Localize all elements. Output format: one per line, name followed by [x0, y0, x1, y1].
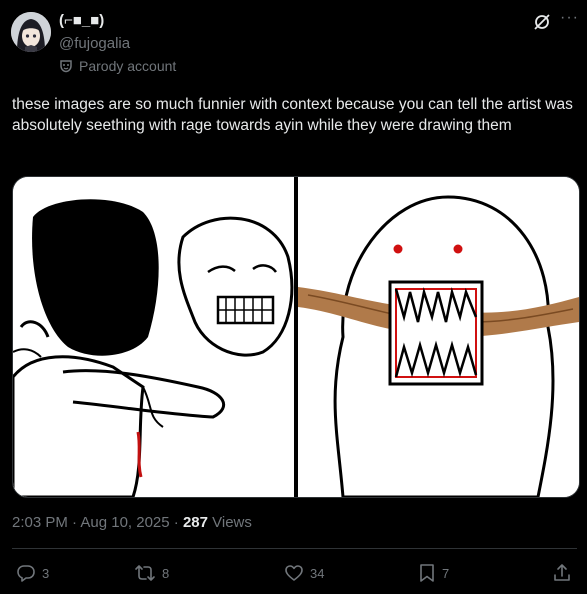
grok-icon[interactable]	[532, 12, 552, 32]
media-image-right[interactable]	[298, 177, 579, 497]
more-icon[interactable]: ···	[560, 9, 579, 27]
parody-mask-icon	[59, 59, 73, 73]
bookmark-count: 7	[442, 565, 450, 581]
bookmark-icon	[418, 563, 436, 583]
share-button[interactable]	[552, 563, 572, 583]
tweet-meta: 2:03 PM · Aug 10, 2025 · 287 Views	[12, 514, 252, 531]
parody-label: Parody account	[79, 58, 177, 74]
repost-button[interactable]: 8	[134, 563, 169, 583]
reply-icon	[16, 563, 36, 583]
views-count: 287	[182, 514, 208, 531]
media-image-left[interactable]	[13, 177, 294, 497]
views-label: Views	[207, 514, 252, 531]
display-name[interactable]: (⌐■_■)	[59, 12, 104, 29]
like-count: 34	[310, 565, 325, 581]
reply-count: 3	[42, 565, 50, 581]
avatar[interactable]	[11, 12, 51, 52]
share-icon	[552, 563, 572, 583]
tweet-media[interactable]	[12, 176, 580, 498]
separator	[12, 548, 577, 549]
tweet-text: these images are so much funnier with co…	[12, 96, 573, 134]
parody-badge: Parody account	[59, 58, 176, 74]
repost-count: 8	[162, 565, 170, 581]
action-bar: 3 8 34 7	[16, 563, 576, 587]
bookmark-button[interactable]: 7	[418, 563, 449, 583]
timestamp[interactable]: 2:03 PM · Aug 10, 2025 ·	[12, 514, 183, 531]
reply-button[interactable]: 3	[16, 563, 49, 583]
like-icon	[284, 563, 304, 583]
repost-icon	[134, 563, 156, 583]
like-button[interactable]: 34	[284, 563, 324, 583]
user-handle[interactable]: @fujogalia	[59, 35, 130, 52]
